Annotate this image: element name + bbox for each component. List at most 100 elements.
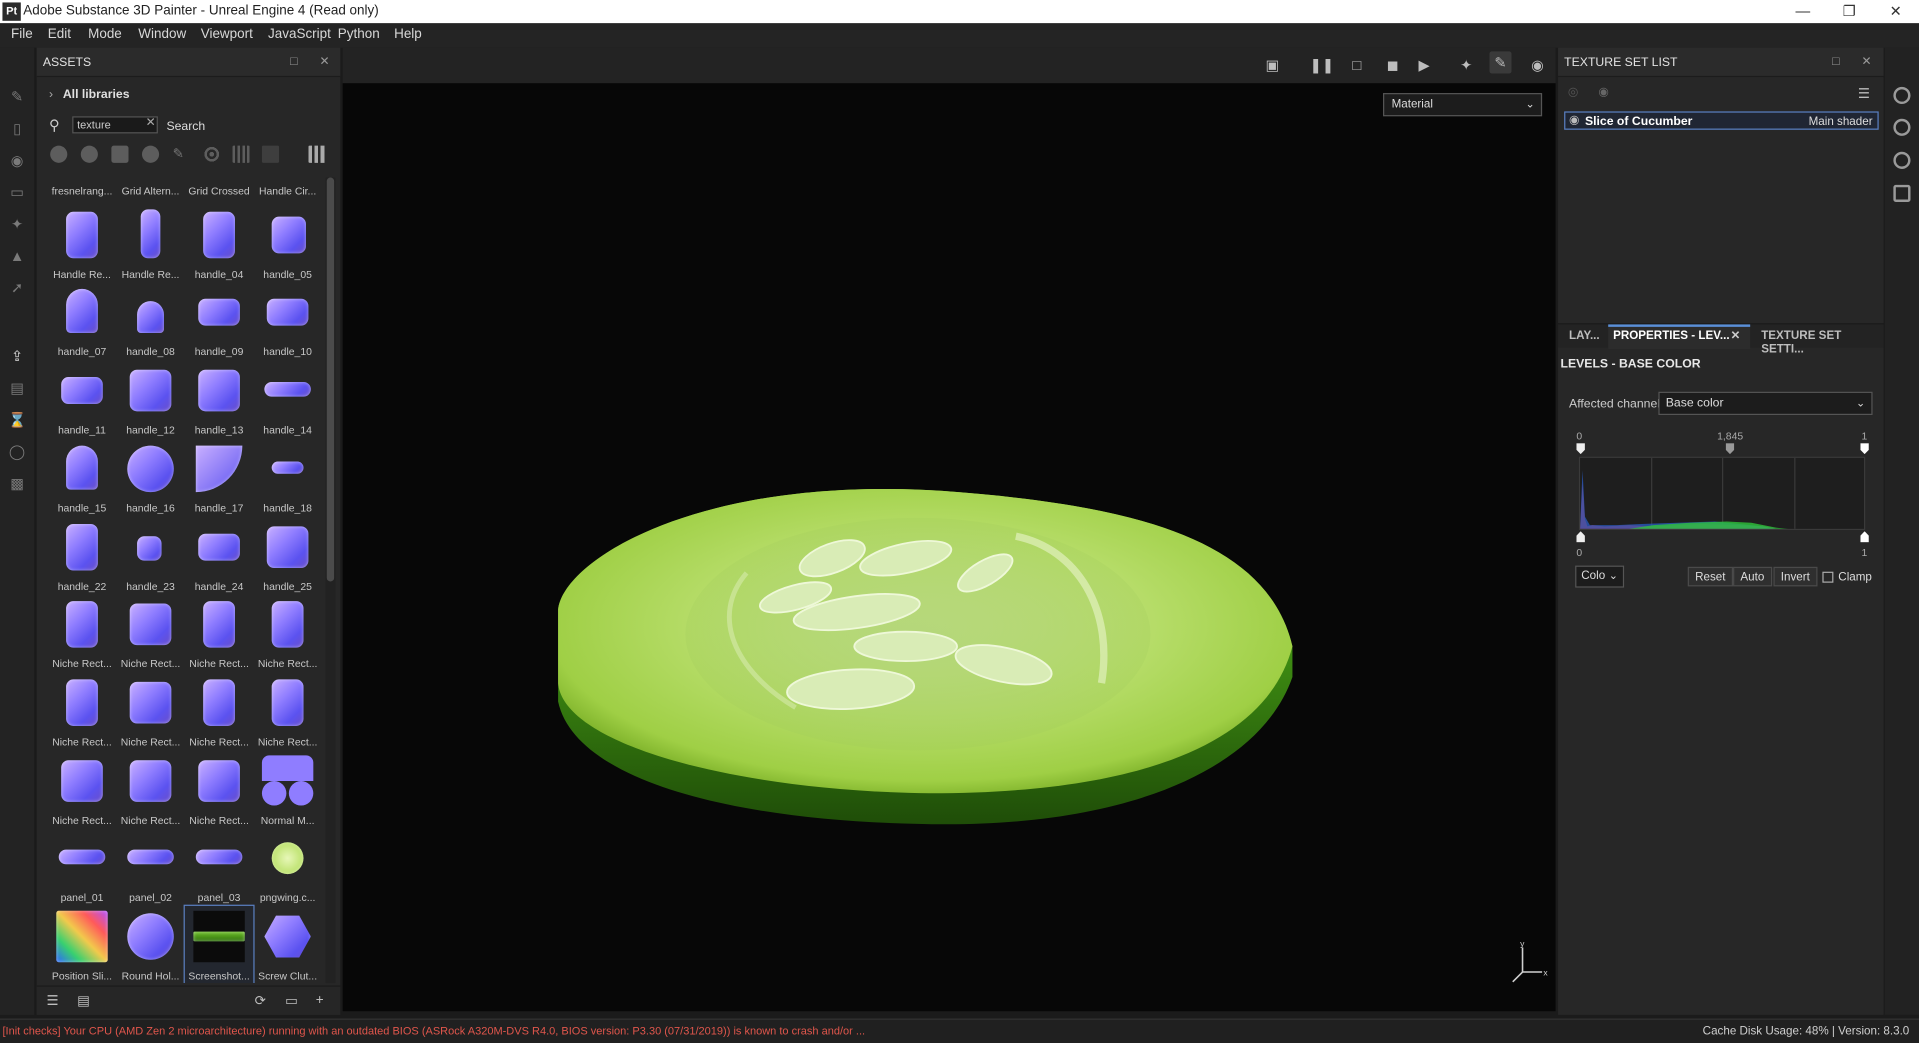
asset-scrollbar[interactable] [325,177,336,984]
asset-item[interactable]: Grid Altern... [116,178,185,200]
asset-item[interactable]: handle_22 [48,516,117,594]
asset-item[interactable]: handle_25 [253,516,322,594]
asset-item[interactable]: handle_15 [48,438,117,516]
affected-channel-select[interactable]: Base color ⌄ [1658,391,1873,416]
filter-environment-icon[interactable] [261,145,280,163]
grid-view-icon[interactable] [308,145,326,163]
asset-item[interactable]: panel_02 [116,828,185,906]
filter-brush-icon[interactable]: ✎ [173,146,190,163]
close-panel-icon[interactable]: ✕ [1862,55,1872,68]
auto-button[interactable]: Auto [1733,566,1772,587]
history-icon[interactable] [1893,151,1911,169]
output-max-handle[interactable] [1860,531,1869,543]
shader-settings-icon[interactable] [1893,118,1911,136]
asset-item[interactable]: handle_16 [116,438,185,516]
asset-item[interactable]: Handle Re... [116,204,185,282]
refresh-icon[interactable]: ⟳ [255,993,266,1009]
asset-item[interactable]: Niche Rect... [185,750,254,828]
menu-help[interactable]: Help [394,27,422,42]
asset-item[interactable]: Niche Rect... [116,672,185,750]
camera-frame-icon[interactable]: □ [1352,56,1361,73]
asset-item[interactable]: handle_07 [48,282,117,360]
library-selector[interactable]: › All libraries [49,88,130,101]
paint-mode-icon[interactable]: ✎ [1489,51,1512,74]
filter-smart-material-icon[interactable] [80,145,98,163]
screenshot-icon[interactable]: ◉ [1531,56,1544,73]
asset-item[interactable]: Handle Cir... [253,178,322,200]
scrollbar-thumb[interactable] [326,177,335,582]
asset-item[interactable]: Niche Rect... [116,750,185,828]
filter-texture-icon[interactable] [111,145,129,163]
asset-item[interactable]: Screw Clut... [253,906,322,983]
asset-item[interactable]: Niche Rect... [185,594,254,672]
tab-layers[interactable]: LAY... [1569,329,1600,342]
asset-item[interactable]: handle_14 [253,360,322,438]
menu-python[interactable]: Python [338,27,380,42]
close-window-button[interactable]: ✕ [1877,1,1914,21]
eraser-icon[interactable]: ▯ [7,119,27,139]
minimize-button[interactable]: — [1784,1,1821,21]
asset-item[interactable]: Position Sli... [48,906,117,983]
tab-properties[interactable]: PROPERTIES - LEV... [1613,329,1730,342]
new-folder-icon[interactable]: ▭ [285,993,298,1009]
video-camera-icon[interactable]: ▶ [1419,56,1430,73]
material-view-select[interactable]: Material ⌄ [1383,93,1543,117]
menu-viewport[interactable]: Viewport [201,27,253,42]
asset-item[interactable]: handle_04 [185,204,254,282]
asset-item[interactable]: Normal M... [253,750,322,828]
visibility-eye-icon[interactable]: ◉ [1569,114,1580,127]
asset-item[interactable]: handle_05 [253,204,322,282]
undock-icon[interactable]: □ [1832,55,1839,68]
list-view-icon[interactable]: ☰ [47,993,59,1009]
eye-icon[interactable]: ◉ [1598,86,1609,99]
filter-material-icon[interactable] [50,145,68,163]
asset-item[interactable]: Screenshot... [183,904,255,984]
add-icon[interactable]: + [316,993,324,1008]
asset-item[interactable]: Niche Rect... [185,672,254,750]
asset-item[interactable]: handle_08 [116,282,185,360]
clamp-checkbox[interactable] [1822,571,1834,583]
input-mid-handle[interactable] [1725,443,1735,455]
menu-mode[interactable]: Mode [88,27,122,42]
asset-item[interactable]: Niche Rect... [253,594,322,672]
asset-item[interactable]: handle_24 [185,516,254,594]
camera-icon[interactable]: ◯ [7,442,27,462]
layers-stack-icon[interactable]: ▤ [7,378,27,398]
hourglass-icon[interactable]: ⌛ [7,410,27,430]
close-panel-icon[interactable]: ✕ [319,55,329,68]
invert-button[interactable]: Invert [1773,566,1818,587]
geometry-fill-icon[interactable]: ▭ [7,182,27,202]
asset-item[interactable]: fresnelrang... [48,178,117,200]
asset-item[interactable]: handle_11 [48,360,117,438]
asset-item[interactable]: Handle Re... [48,204,117,282]
bake-export-icon[interactable]: ⇪ [7,346,27,366]
asset-item[interactable]: handle_09 [185,282,254,360]
filter-grid-icon[interactable] [232,145,250,163]
menu-javascript[interactable]: JavaScript [268,27,331,42]
asset-item[interactable]: Niche Rect... [116,594,185,672]
filter-filter-icon[interactable] [141,145,160,163]
asset-item[interactable]: Niche Rect... [48,672,117,750]
maximize-button[interactable]: ❐ [1831,1,1868,21]
asset-item[interactable]: panel_03 [185,828,254,906]
asset-item[interactable]: handle_12 [116,360,185,438]
shader-name[interactable]: Main shader [1809,115,1873,128]
close-tab-icon[interactable]: ✕ [1731,329,1741,342]
log-icon[interactable] [1893,184,1911,202]
hide-ui-icon[interactable]: ▣ [1266,56,1280,73]
asset-item[interactable]: Niche Rect... [253,672,322,750]
asset-item[interactable]: handle_13 [185,360,254,438]
asset-item[interactable]: Niche Rect... [48,594,117,672]
asset-item[interactable]: pngwing.c... [253,828,322,906]
clear-search-icon[interactable]: ✕ [146,116,156,129]
pause-icon[interactable]: ❚❚ [1310,56,1335,73]
asset-item[interactable]: handle_10 [253,282,322,360]
input-min-handle[interactable] [1576,443,1585,455]
menu-window[interactable]: Window [138,27,186,42]
reset-button[interactable]: Reset [1687,566,1733,587]
asset-item[interactable]: Round Hol... [116,906,185,983]
color-picker-icon[interactable]: ➚ [7,278,27,298]
clone-stamp-icon[interactable]: ▲ [7,246,27,266]
settings-menu-icon[interactable]: ☰ [1858,86,1870,102]
paint-brush-icon[interactable]: ✎ [7,87,27,107]
